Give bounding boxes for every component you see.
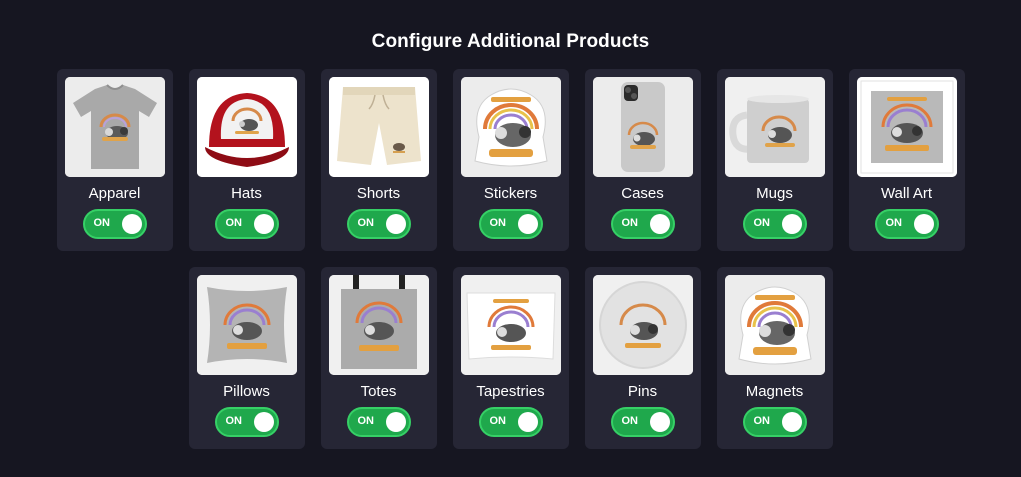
toggle-state-text: ON bbox=[753, 217, 771, 229]
magnet-product-icon bbox=[724, 275, 825, 375]
product-card-mugs: Mugs ON bbox=[716, 69, 833, 251]
tapestry-product-icon bbox=[460, 275, 561, 375]
product-row-1: Apparel ON Hats ON Shorts ON Stickers ON… bbox=[0, 69, 1021, 251]
product-card-magnets: Magnets ON bbox=[716, 267, 833, 449]
shorts-toggle[interactable]: ON bbox=[346, 209, 411, 239]
cases-toggle[interactable]: ON bbox=[610, 209, 675, 239]
phone-case-product-icon bbox=[592, 77, 693, 177]
toggle-state-text: ON bbox=[225, 217, 243, 229]
mugs-toggle[interactable]: ON bbox=[742, 209, 807, 239]
tshirt-product-icon bbox=[64, 77, 165, 177]
product-label: Pins bbox=[627, 383, 658, 400]
product-row-2: Pillows ON Totes ON Tapestries ON Pins O… bbox=[0, 267, 1021, 449]
toggle-state-text: ON bbox=[357, 217, 375, 229]
product-label: Cases bbox=[621, 185, 664, 202]
toggle-knob bbox=[649, 412, 670, 432]
toggle-knob bbox=[253, 214, 274, 234]
totes-toggle[interactable]: ON bbox=[346, 407, 411, 437]
product-card-wall-art: Wall Art ON bbox=[848, 69, 965, 251]
product-card-pillows: Pillows ON bbox=[188, 267, 305, 449]
product-card-totes: Totes ON bbox=[320, 267, 437, 449]
toggle-state-text: ON bbox=[885, 217, 903, 229]
toggle-state-text: ON bbox=[357, 415, 375, 427]
product-card-shorts: Shorts ON bbox=[320, 69, 437, 251]
toggle-knob bbox=[781, 412, 802, 432]
stickers-toggle[interactable]: ON bbox=[478, 209, 543, 239]
product-card-stickers: Stickers ON bbox=[452, 69, 569, 251]
pins-toggle[interactable]: ON bbox=[610, 407, 675, 437]
product-card-hats: Hats ON bbox=[188, 69, 305, 251]
product-label: Mugs bbox=[756, 185, 793, 202]
wall-art-toggle[interactable]: ON bbox=[874, 209, 939, 239]
product-label: Totes bbox=[360, 383, 397, 400]
toggle-state-text: ON bbox=[621, 415, 639, 427]
toggle-state-text: ON bbox=[489, 217, 507, 229]
product-card-apparel: Apparel ON bbox=[56, 69, 173, 251]
toggle-state-text: ON bbox=[93, 217, 111, 229]
product-label: Apparel bbox=[88, 185, 141, 202]
toggle-knob bbox=[649, 214, 670, 234]
toggle-knob bbox=[121, 214, 142, 234]
tote-bag-product-icon bbox=[328, 275, 429, 375]
pillow-product-icon bbox=[196, 275, 297, 375]
trucker-hat-product-icon bbox=[196, 77, 297, 177]
product-label: Shorts bbox=[356, 185, 401, 202]
product-card-pins: Pins ON bbox=[584, 267, 701, 449]
product-label: Tapestries bbox=[476, 383, 545, 400]
mug-product-icon bbox=[724, 77, 825, 177]
product-label: Wall Art bbox=[880, 185, 933, 202]
toggle-state-text: ON bbox=[621, 217, 639, 229]
toggle-knob bbox=[913, 214, 934, 234]
toggle-knob bbox=[781, 214, 802, 234]
apparel-toggle[interactable]: ON bbox=[82, 209, 147, 239]
page-title: Configure Additional Products bbox=[371, 31, 650, 52]
toggle-knob bbox=[385, 412, 406, 432]
shorts-product-icon bbox=[328, 77, 429, 177]
product-label: Stickers bbox=[483, 185, 538, 202]
product-card-cases: Cases ON bbox=[584, 69, 701, 251]
product-card-tapestries: Tapestries ON bbox=[452, 267, 569, 449]
toggle-state-text: ON bbox=[489, 415, 507, 427]
product-label: Magnets bbox=[745, 383, 804, 400]
framed-print-product-icon bbox=[856, 77, 957, 177]
hats-toggle[interactable]: ON bbox=[214, 209, 279, 239]
toggle-knob bbox=[253, 412, 274, 432]
magnets-toggle[interactable]: ON bbox=[742, 407, 807, 437]
pillows-toggle[interactable]: ON bbox=[214, 407, 279, 437]
toggle-knob bbox=[517, 412, 538, 432]
toggle-knob bbox=[517, 214, 538, 234]
toggle-state-text: ON bbox=[753, 415, 771, 427]
product-label: Pillows bbox=[223, 383, 270, 400]
toggle-state-text: ON bbox=[225, 415, 243, 427]
sticker-product-icon bbox=[460, 77, 561, 177]
pin-button-product-icon bbox=[592, 275, 693, 375]
product-label: Hats bbox=[231, 185, 262, 202]
toggle-knob bbox=[385, 214, 406, 234]
tapestries-toggle[interactable]: ON bbox=[478, 407, 543, 437]
